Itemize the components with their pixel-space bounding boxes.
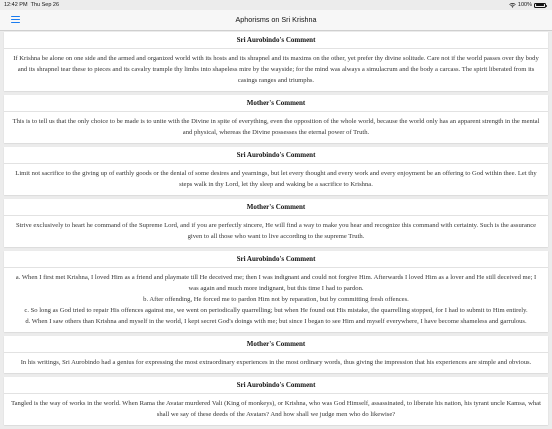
comment-body: In his writings, Sri Aurobindo had a gen… <box>4 353 548 373</box>
comment-body: Tangled is the way of works in the world… <box>4 394 548 425</box>
comment-paragraph: b. After offending, He forced me to pard… <box>143 296 409 303</box>
aurobindo-comment-card: Sri Aurobindo's Comment Limit not sacrifi… <box>4 147 548 195</box>
comment-paragraph: Tangled is the way of works in the world… <box>11 400 541 418</box>
aurobindo-comment-card: Sri Aurobindo's Comment If Krishna be alo… <box>4 32 548 91</box>
battery-percent: 100% <box>517 2 532 8</box>
comment-heading: Sri Aurobindo's Comment <box>4 147 548 164</box>
comment-body: Strive exclusively to heart he command o… <box>4 216 548 247</box>
comment-paragraph: Limit not sacrifice to the giving up of … <box>15 170 537 188</box>
mother-comment-card: Mother's Comment Strive exclusively to he… <box>4 199 548 247</box>
comment-paragraph: a. When I first met Krishna, I loved Him… <box>15 274 537 292</box>
comment-heading: Sri Aurobindo's Comment <box>4 32 548 49</box>
status-time: 12:42 PM <box>4 2 28 8</box>
wifi-icon <box>509 2 516 8</box>
status-date: Thu Sep 26 <box>30 2 60 8</box>
comment-body: Limit not sacrifice to the giving up of … <box>4 164 548 195</box>
status-right: 100% <box>509 2 548 8</box>
aurobindo-comment-card: Sri Aurobindo's Comment Tangled is the wa… <box>4 377 548 425</box>
comment-paragraph: c. So long as God tried to repair His of… <box>24 307 528 314</box>
aurobindo-comment-card: Sri Aurobindo's Comment a. When I first m… <box>4 251 548 332</box>
status-time-date: 12:42 PM Thu Sep 26 <box>4 2 59 8</box>
comment-heading: Sri Aurobindo's Comment <box>4 377 548 394</box>
battery-icon <box>534 2 548 8</box>
comment-heading: Mother's Comment <box>4 95 548 112</box>
navigation-bar: Aphorisms on Sri Krishna <box>0 10 552 31</box>
comment-paragraph: This is to tell us that the only choice … <box>12 118 540 136</box>
comment-paragraph: If Krishna be alone on one side and the … <box>13 55 539 84</box>
comment-paragraph: In his writings, Sri Aurobindo had a gen… <box>20 359 532 366</box>
mother-comment-card: Mother's Comment This is to tell us that … <box>4 95 548 143</box>
status-bar: 12:42 PM Thu Sep 26 100% <box>0 0 552 10</box>
comment-body: a. When I first met Krishna, I loved Him… <box>4 268 548 332</box>
comment-heading: Sri Aurobindo's Comment <box>4 251 548 268</box>
comment-heading: Mother's Comment <box>4 199 548 216</box>
comment-body: This is to tell us that the only choice … <box>4 112 548 143</box>
page-title: Aphorisms on Sri Krishna <box>235 15 317 24</box>
comment-body: If Krishna be alone on one side and the … <box>4 49 548 91</box>
aphorism-list[interactable]: Sri Aurobindo's Comment If Krishna be alo… <box>4 32 548 429</box>
comment-paragraph: d. When I saw others than Krishna and my… <box>25 318 527 325</box>
comment-heading: Mother's Comment <box>4 336 548 353</box>
mother-comment-card: Mother's Comment In his writings, Sri Aur… <box>4 336 548 373</box>
comment-paragraph: Strive exclusively to heart he command o… <box>15 222 537 240</box>
